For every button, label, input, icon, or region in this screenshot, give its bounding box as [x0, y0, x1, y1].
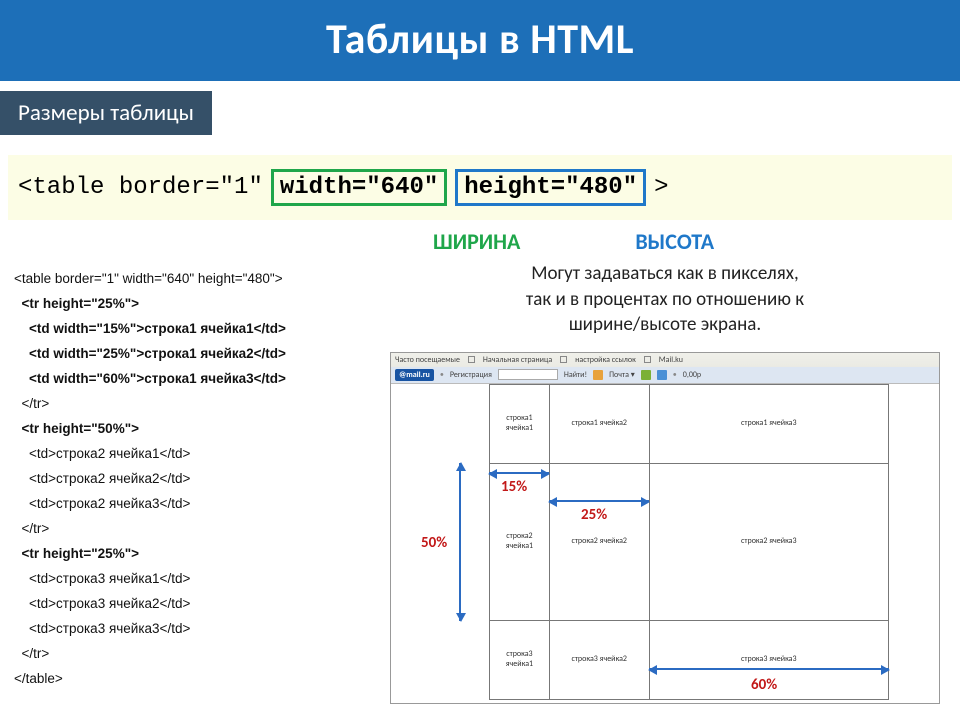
table-cell: строка1 ячейка3 — [649, 384, 888, 463]
arrow-col1 — [489, 472, 549, 474]
toolbar-item: настройка ссылок — [575, 355, 636, 365]
dim-label-row2: 50% — [421, 534, 447, 552]
code-line: <table border="1" width="640" height="48… — [8, 155, 952, 220]
height-attribute-box: height="480" — [455, 169, 646, 206]
toolbar-item: Почта ▾ — [609, 370, 635, 380]
search-field — [498, 369, 558, 380]
table-cell: строка3ячейка1 — [490, 621, 550, 700]
status-icon — [657, 370, 667, 380]
attribute-labels: ШИРИНА ВЫСОТА — [0, 228, 960, 255]
dim-label-col3: 60% — [751, 676, 777, 694]
toolbar-item: 0,00р — [683, 370, 701, 380]
mail-icon — [593, 370, 603, 380]
table-cell: строка3 ячейка2 — [549, 621, 649, 700]
code-prefix: <table border="1" — [18, 174, 263, 201]
toolbar-item: Найти! — [564, 370, 587, 380]
arrow-col2 — [549, 500, 649, 502]
width-attribute-box: width="640" — [271, 169, 447, 206]
table-cell: строка2 ячейка3 — [649, 463, 888, 621]
checkbox-icon — [644, 356, 651, 363]
code-example: <table border="1" width="640" height="48… — [0, 261, 380, 714]
toolbar-item: Регистрация — [450, 370, 492, 380]
browser-screenshot: Часто посещаемые Начальная страница наст… — [390, 352, 940, 704]
checkbox-icon — [560, 356, 567, 363]
browser-toolbar: Часто посещаемые Начальная страница наст… — [391, 353, 939, 384]
slide-title: Таблицы в HTML — [0, 0, 960, 81]
rendered-table: строка1ячейка1строка1 ячейка2строка1 яче… — [489, 384, 889, 700]
toolbar-item: Mail.ku — [659, 355, 683, 365]
slide-subtitle: Размеры таблицы — [0, 91, 212, 135]
toolbar-item: Часто посещаемые — [395, 355, 460, 365]
status-icon — [641, 370, 651, 380]
table-cell: строка1 ячейка2 — [549, 384, 649, 463]
arrow-row2 — [459, 463, 461, 621]
table-cell: строка2 ячейка2 — [549, 463, 649, 621]
arrow-col3 — [649, 668, 889, 670]
description-text: Могут задаваться как в пикселях,так и в … — [390, 261, 940, 338]
mail-logo: @mail.ru — [395, 369, 434, 381]
dim-label-col2: 25% — [581, 506, 607, 524]
dim-label-col1: 15% — [501, 478, 527, 496]
label-width: ШИРИНА — [433, 228, 520, 255]
checkbox-icon — [468, 356, 475, 363]
toolbar-item: Начальная страница — [483, 355, 552, 365]
rendered-table-area: строка1ячейка1строка1 ячейка2строка1 яче… — [391, 384, 939, 702]
label-height: ВЫСОТА — [635, 228, 714, 255]
code-suffix: > — [654, 174, 668, 201]
table-cell: строка1ячейка1 — [490, 384, 550, 463]
